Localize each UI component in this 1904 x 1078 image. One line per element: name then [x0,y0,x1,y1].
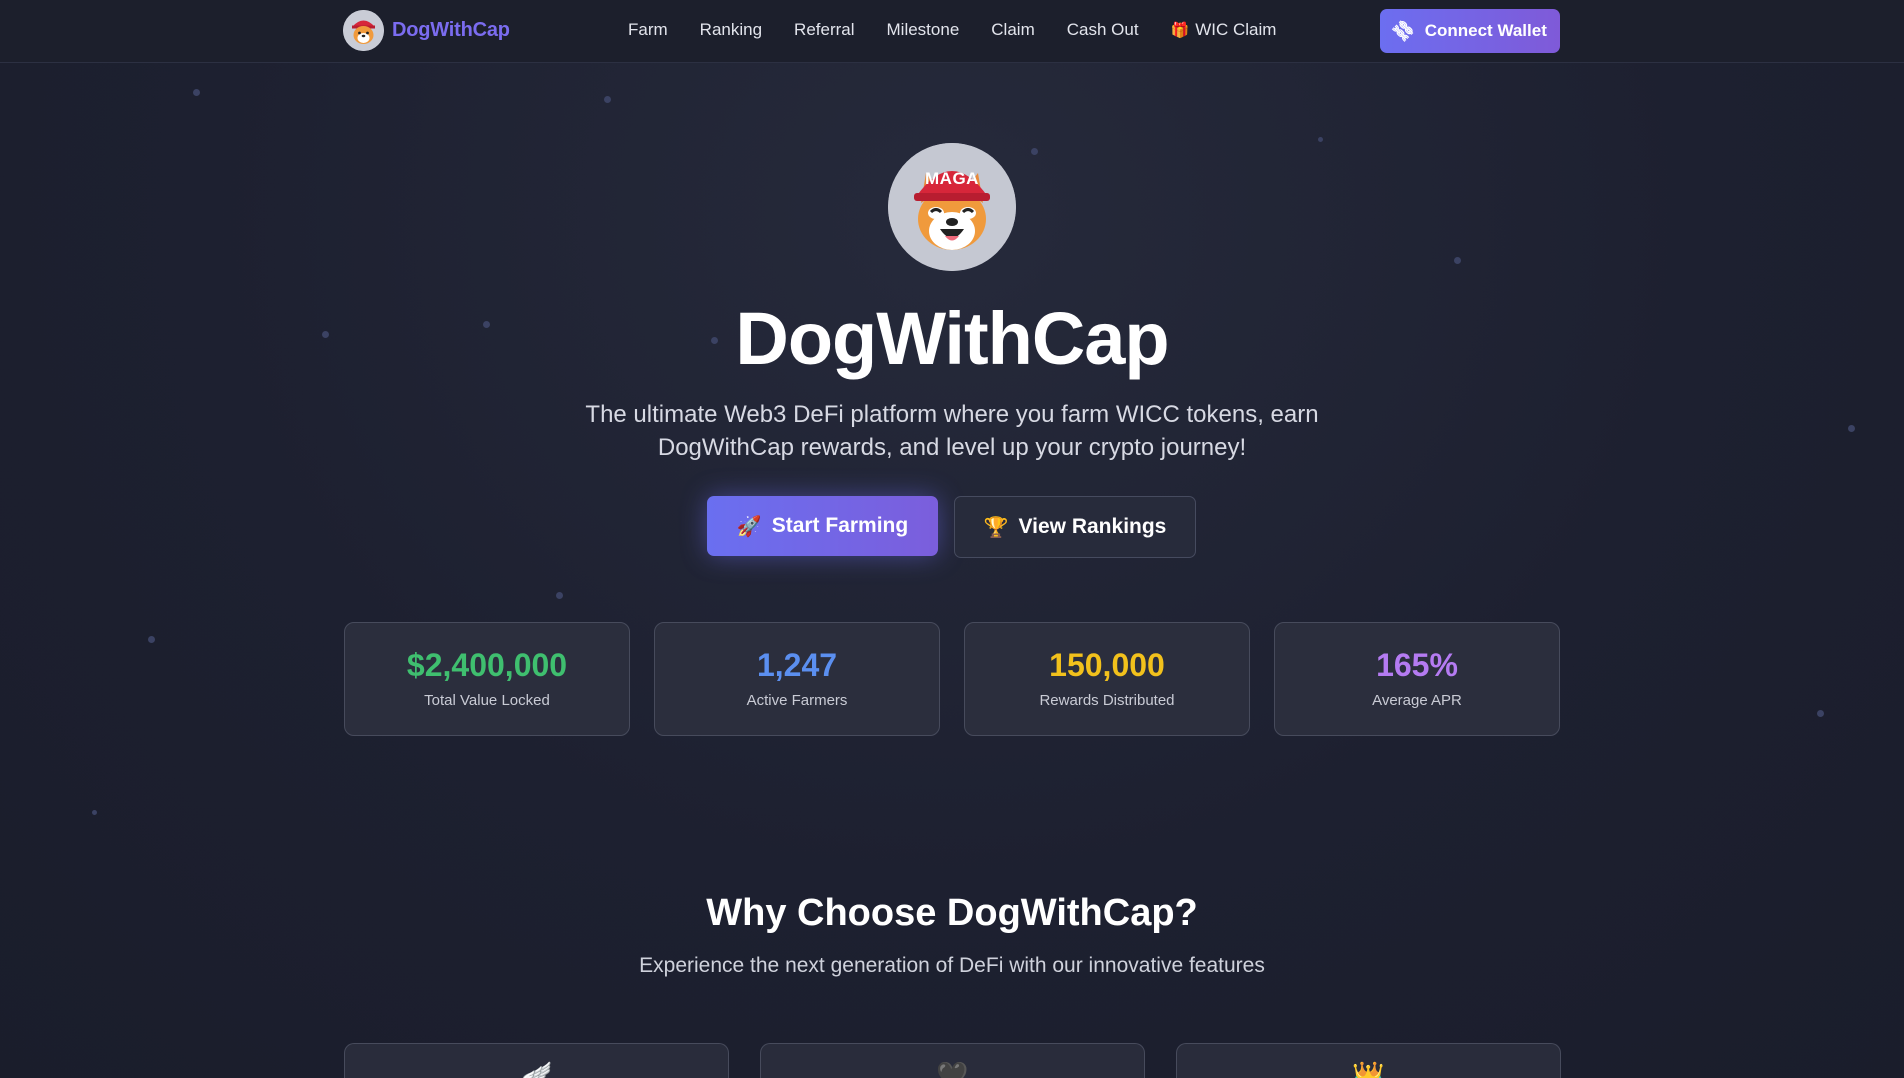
dog-logo-icon [343,10,384,51]
nav-link-wic-claim-label: WIC Claim [1195,20,1277,39]
hero-title: DogWithCap [735,297,1169,380]
background-dot [148,636,155,643]
feature-card: 👑 [1176,1043,1561,1078]
stat-card-rewards: 150,000 Rewards Distributed [964,622,1250,736]
stat-label: Active Farmers [746,692,848,709]
stat-card-tvl: $2,400,000 Total Value Locked [344,622,630,736]
start-farming-label: Start Farming [771,514,909,537]
nav-link-milestone[interactable]: Milestone [887,20,960,40]
nav-link-wic-claim[interactable]: 🎁 WIC Claim [1171,20,1277,40]
brand-name: DogWithCap [392,19,510,41]
gift-icon: 🎁 [1170,22,1190,39]
start-farming-button[interactable]: 🚀 Start Farming [707,496,938,556]
heart-icon: 🖤 [936,1060,969,1078]
brand-link[interactable]: DogWithCap [343,10,510,51]
feature-card: 🖤 [760,1043,1145,1078]
stat-value: $2,400,000 [406,647,568,683]
hero-subtitle: The ultimate Web3 DeFi platform where yo… [585,401,1319,461]
stat-value: 150,000 [1049,647,1165,683]
stat-card-apr: 165% Average APR [1274,622,1560,736]
wing-icon: 🪽 [520,1060,553,1078]
nav-link-referral[interactable]: Referral [794,20,854,40]
connect-wallet-button[interactable]: ⛓ Connect Wallet [1380,9,1560,53]
nav-link-cash-out[interactable]: Cash Out [1067,20,1139,40]
background-dot [193,89,200,96]
nav-link-farm[interactable]: Farm [628,20,668,40]
background-dot [1031,148,1038,155]
stat-value: 165% [1376,647,1458,683]
stat-label: Total Value Locked [424,692,550,709]
stat-value: 1,247 [756,647,838,683]
background-dot [1318,137,1323,142]
view-rankings-button[interactable]: 🏆 View Rankings [954,496,1196,558]
background-dot [1454,257,1461,264]
link-icon: ⛓ [1389,16,1418,45]
background-dot [604,96,611,103]
connect-wallet-label: Connect Wallet [1424,21,1547,40]
features-subtitle: Experience the next generation of DeFi w… [639,954,1265,977]
trophy-icon: 🏆 [983,516,1009,539]
hero-dog-avatar: MAGA [888,143,1016,271]
feature-card: 🪽 [344,1043,729,1078]
stat-label: Average APR [1372,692,1462,709]
cap-text: MAGA [925,169,979,188]
background-dot [92,810,97,815]
stat-label: Rewards Distributed [1039,692,1175,709]
crown-icon: 👑 [1352,1060,1385,1078]
background-dot [1848,425,1855,432]
nav-link-ranking[interactable]: Ranking [700,20,762,40]
background-dot [556,592,563,599]
rocket-icon: 🚀 [736,515,762,538]
view-rankings-label: View Rankings [1018,515,1167,538]
stat-card-active-farmers: 1,247 Active Farmers [654,622,940,736]
nav-link-claim[interactable]: Claim [991,20,1034,40]
nav-links: Farm Ranking Referral Milestone Claim Ca… [628,20,1308,40]
background-dot [1817,710,1824,717]
top-navbar: DogWithCap Farm Ranking Referral Milesto… [0,0,1904,63]
features-title: Why Choose DogWithCap? [706,892,1198,934]
